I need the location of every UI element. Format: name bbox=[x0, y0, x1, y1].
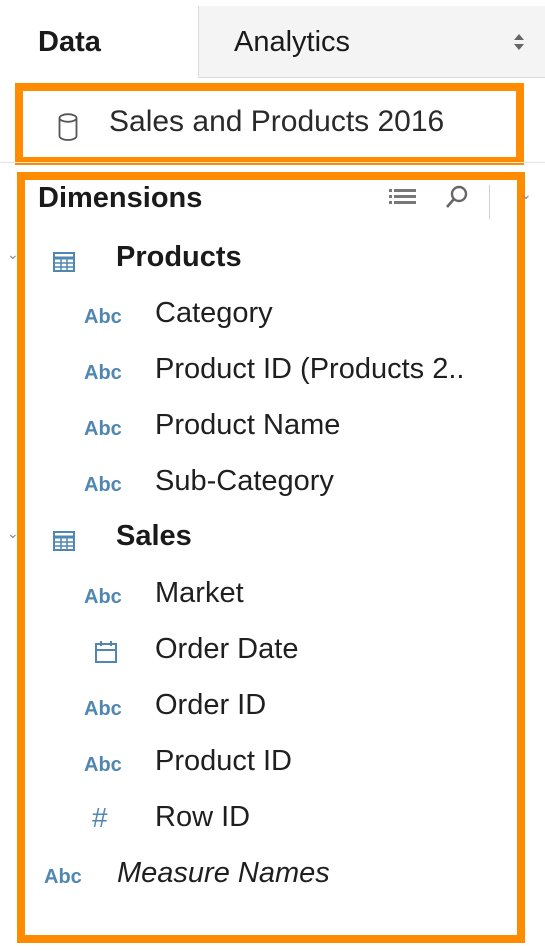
field-order-date[interactable]: Order Date bbox=[155, 633, 298, 666]
field-market[interactable]: Market bbox=[155, 577, 244, 610]
database-icon bbox=[58, 113, 78, 141]
calendar-icon bbox=[95, 641, 117, 663]
group-products[interactable]: Products bbox=[116, 241, 242, 274]
tab-analytics-label: Analytics bbox=[234, 26, 351, 58]
field-category[interactable]: Category bbox=[155, 297, 273, 330]
datasource-name: Sales and Products 2016 bbox=[109, 105, 445, 138]
field-product-id-products[interactable]: Product ID (Products 2.. bbox=[155, 353, 464, 386]
string-type-icon: Abc bbox=[44, 866, 82, 888]
number-type-icon: # bbox=[92, 802, 108, 833]
tab-data-label: Data bbox=[38, 26, 101, 58]
table-icon bbox=[53, 252, 75, 272]
group-sales[interactable]: Sales bbox=[116, 520, 192, 553]
string-type-icon: Abc bbox=[84, 754, 122, 776]
tab-data[interactable]: Data bbox=[0, 6, 198, 78]
field-sub-category[interactable]: Sub-Category bbox=[155, 465, 334, 498]
string-type-icon: Abc bbox=[84, 362, 122, 384]
field-product-id[interactable]: Product ID bbox=[155, 745, 292, 778]
search-icon[interactable] bbox=[444, 184, 470, 210]
collapse-caret-icon[interactable]: ⌄ bbox=[7, 525, 19, 542]
string-type-icon: Abc bbox=[84, 698, 122, 720]
field-product-name[interactable]: Product Name bbox=[155, 409, 340, 442]
string-type-icon: Abc bbox=[84, 474, 122, 496]
field-order-id[interactable]: Order ID bbox=[155, 689, 266, 722]
string-type-icon: Abc bbox=[84, 306, 122, 328]
collapse-caret-icon[interactable]: ⌄ bbox=[7, 246, 19, 263]
divider bbox=[0, 162, 545, 163]
dimensions-title: Dimensions bbox=[38, 182, 203, 214]
view-list-icon[interactable] bbox=[389, 188, 419, 206]
toolbar-separator bbox=[489, 185, 490, 219]
datasource-item[interactable]: Sales and Products 2016 bbox=[15, 83, 524, 165]
field-row-id[interactable]: Row ID bbox=[155, 801, 250, 834]
stepper-icon[interactable] bbox=[511, 30, 527, 54]
tab-analytics[interactable]: Analytics bbox=[198, 6, 545, 78]
pane-tabs: Data Analytics bbox=[0, 0, 545, 78]
field-measure-names[interactable]: Measure Names bbox=[117, 857, 330, 890]
string-type-icon: Abc bbox=[84, 586, 122, 608]
panel-menu-caret-icon[interactable]: ⌄ bbox=[520, 186, 532, 203]
string-type-icon: Abc bbox=[84, 418, 122, 440]
table-icon bbox=[53, 531, 75, 551]
